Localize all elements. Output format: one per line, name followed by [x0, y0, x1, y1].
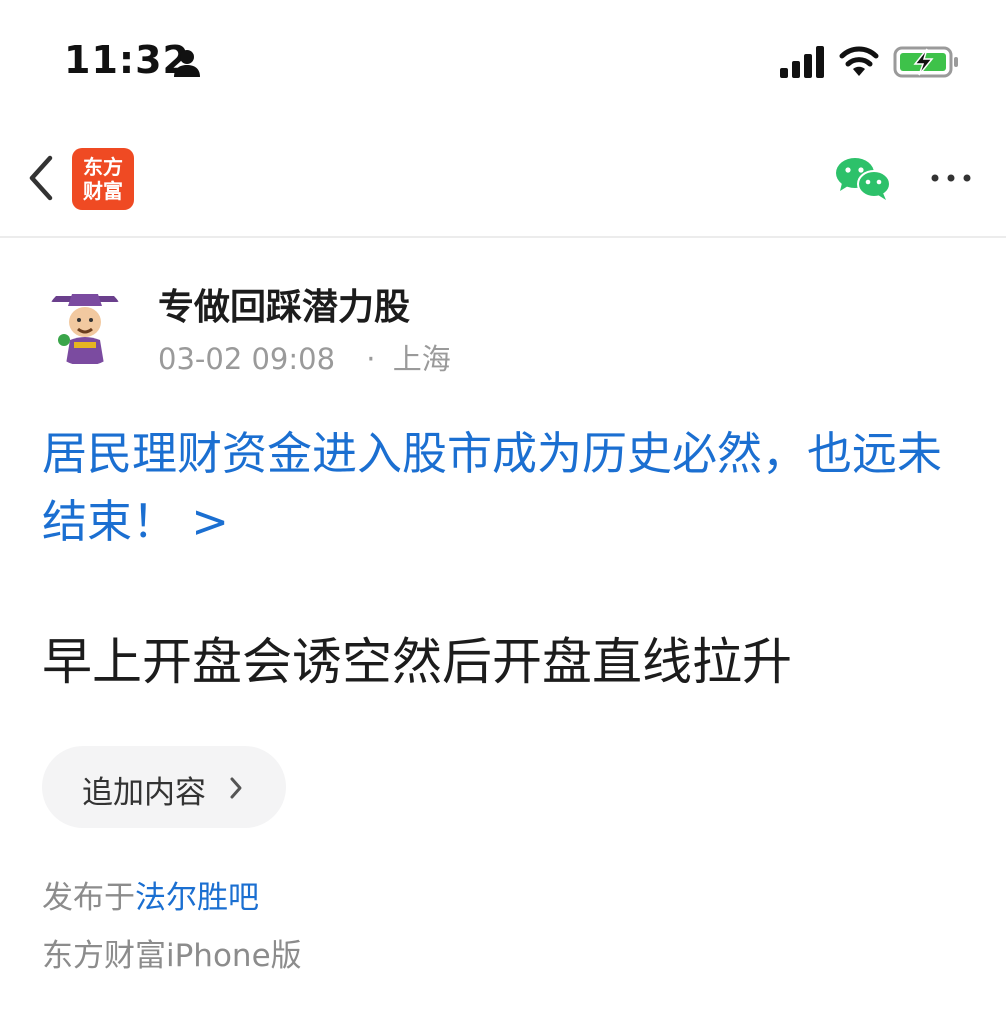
app-logo-line1: 东方	[83, 155, 123, 179]
promo-link[interactable]: 居民理财资金进入股市成为历史必然，也远未结束！ >	[42, 420, 972, 556]
more-icon[interactable]	[928, 160, 974, 196]
device-info: 东方财富iPhone版	[42, 938, 302, 974]
back-icon[interactable]	[22, 150, 58, 206]
nav-bar: 东方 财富	[0, 120, 1006, 238]
meta-separator: ·	[366, 342, 376, 376]
app-logo-line2: 财富	[83, 179, 123, 203]
status-bar: 11:32	[0, 0, 1006, 120]
post-meta: 03-02 09:08 · 上海	[158, 336, 451, 378]
post-date: 03-02 09:08	[158, 342, 336, 376]
wechat-icon[interactable]	[834, 155, 892, 201]
post-content: 早上开盘会诱空然后开盘直线拉升	[42, 633, 792, 691]
signal-icon	[780, 46, 824, 78]
publish-info: 发布于法尔胜吧	[42, 872, 259, 917]
avatar-image	[44, 284, 126, 366]
wifi-icon	[839, 46, 879, 76]
avatar[interactable]	[44, 284, 126, 366]
battery-charging-icon	[893, 46, 958, 78]
forum-link[interactable]: 法尔胜吧	[135, 880, 259, 916]
app-logo[interactable]: 东方 财富	[72, 148, 134, 210]
publish-prefix: 发布于	[42, 880, 135, 916]
post-location: 上海	[392, 342, 451, 376]
person-icon	[174, 50, 200, 77]
add-content-label: 追加内容	[82, 775, 206, 811]
author-name[interactable]: 专做回踩潜力股	[158, 278, 410, 330]
add-content-button[interactable]: 追加内容	[42, 746, 286, 828]
chevron-right-icon	[230, 777, 242, 799]
